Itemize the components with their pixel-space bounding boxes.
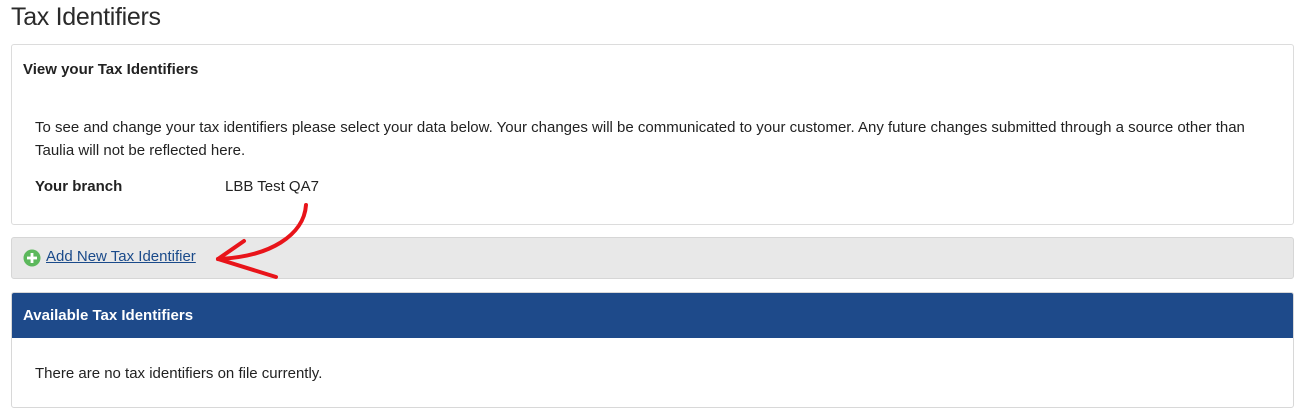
view-panel-heading: View your Tax Identifiers — [23, 61, 199, 78]
page-title: Tax Identifiers — [11, 3, 161, 31]
available-panel-heading: Available Tax Identifiers — [23, 307, 194, 324]
plus-circle-icon[interactable] — [23, 249, 41, 267]
available-tax-identifiers-panel: Available Tax Identifiers There are no t… — [11, 292, 1294, 408]
branch-label: Your branch — [35, 178, 123, 195]
add-tax-identifier-bar: Add New Tax Identifier — [11, 237, 1294, 279]
available-panel-header: Available Tax Identifiers — [12, 293, 1293, 338]
empty-state-message: There are no tax identifiers on file cur… — [35, 365, 323, 382]
add-new-tax-identifier-link[interactable]: Add New Tax Identifier — [46, 248, 196, 265]
view-panel-description: To see and change your tax identifiers p… — [35, 119, 1245, 159]
branch-value: LBB Test QA7 — [225, 178, 319, 195]
view-tax-identifiers-panel: View your Tax Identifiers To see and cha… — [11, 44, 1294, 225]
